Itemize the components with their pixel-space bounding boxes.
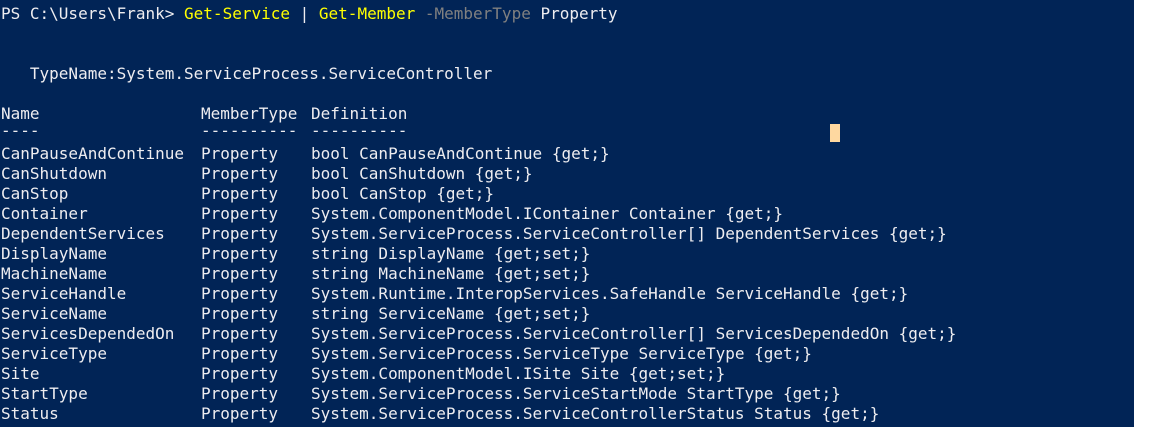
cell-definition: string MachineName {get;set;} — [311, 264, 591, 283]
underline-definition: ---------- — [311, 121, 408, 140]
cell-membertype: Property — [201, 184, 279, 203]
cell-definition: bool CanStop {get;} — [311, 184, 495, 203]
cell-membertype: Property — [201, 204, 279, 223]
cell-name: DependentServices — [1, 224, 165, 243]
cell-membertype: Property — [201, 304, 279, 323]
prompt-token: Get-Service — [184, 4, 290, 23]
cell-name: CanStop — [1, 184, 69, 203]
prompt-token: Get-Member — [318, 4, 416, 23]
prompt-token: | — [290, 4, 319, 23]
cell-name: ServiceName — [1, 304, 107, 323]
underline-name: ---- — [1, 121, 40, 140]
cell-name: DisplayName — [1, 244, 107, 263]
cell-definition: System.ComponentModel.ISite Site {get;se… — [311, 364, 726, 383]
cell-membertype: Property — [201, 284, 279, 303]
cell-membertype: Property — [201, 244, 279, 263]
cell-name: MachineName — [1, 264, 107, 283]
cell-definition: string DisplayName {get;set;} — [311, 244, 591, 263]
cell-membertype: Property — [201, 324, 279, 343]
cell-name: Status — [1, 404, 59, 423]
prompt-token: PS C:\Users\Frank> — [1, 4, 185, 23]
cell-membertype: Property — [201, 404, 279, 423]
cell-name: StartType — [1, 384, 88, 403]
underline-membertype: ---------- — [201, 121, 298, 140]
cell-membertype: Property — [201, 384, 279, 403]
prompt-token: Property — [530, 4, 618, 23]
text-cursor — [830, 124, 840, 142]
cell-name: ServicesDependedOn — [1, 324, 175, 343]
prompt-line: PS C:\Users\Frank> Get-Service | Get-Mem… — [1, 4, 618, 24]
cell-name: Site — [1, 364, 40, 383]
prompt-token: -MemberType — [415, 4, 531, 23]
cell-name: CanPauseAndContinue — [1, 144, 185, 163]
cell-definition: string ServiceName {get;set;} — [311, 304, 591, 323]
typename-line: TypeName:System.ServiceProcess.ServiceCo… — [1, 64, 493, 83]
cell-name: ServiceType — [1, 344, 107, 363]
cell-membertype: Property — [201, 144, 279, 163]
table-header-underline: ---- ---------- ---------- — [1, 121, 407, 141]
cell-definition: System.ServiceProcess.ServiceType Servic… — [311, 344, 812, 363]
cell-name: CanShutdown — [1, 164, 107, 183]
cell-definition: System.ServiceProcess.ServiceControllerS… — [311, 404, 880, 423]
cell-definition: System.ServiceProcess.ServiceController[… — [311, 324, 957, 343]
cell-membertype: Property — [201, 164, 279, 183]
powershell-console[interactable]: PS C:\Users\Frank> Get-Service | Get-Mem… — [0, 0, 1134, 427]
cell-membertype: Property — [201, 224, 279, 243]
cell-name: Container — [1, 204, 88, 223]
cell-membertype: Property — [201, 364, 279, 383]
cell-definition: System.Runtime.InteropServices.SafeHandl… — [311, 284, 909, 303]
cell-name: ServiceHandle — [1, 284, 127, 303]
cell-definition: bool CanPauseAndContinue {get;} — [311, 144, 610, 163]
cell-membertype: Property — [201, 344, 279, 363]
cell-definition: System.ServiceProcess.ServiceController[… — [311, 224, 947, 243]
cell-definition: System.ServiceProcess.ServiceStartMode S… — [311, 384, 841, 403]
vertical-scrollbar[interactable] — [1134, 0, 1150, 427]
cell-definition: System.ComponentModel.IContainer Contain… — [311, 204, 784, 223]
cell-definition: bool CanShutdown {get;} — [311, 164, 533, 183]
cell-membertype: Property — [201, 264, 279, 283]
